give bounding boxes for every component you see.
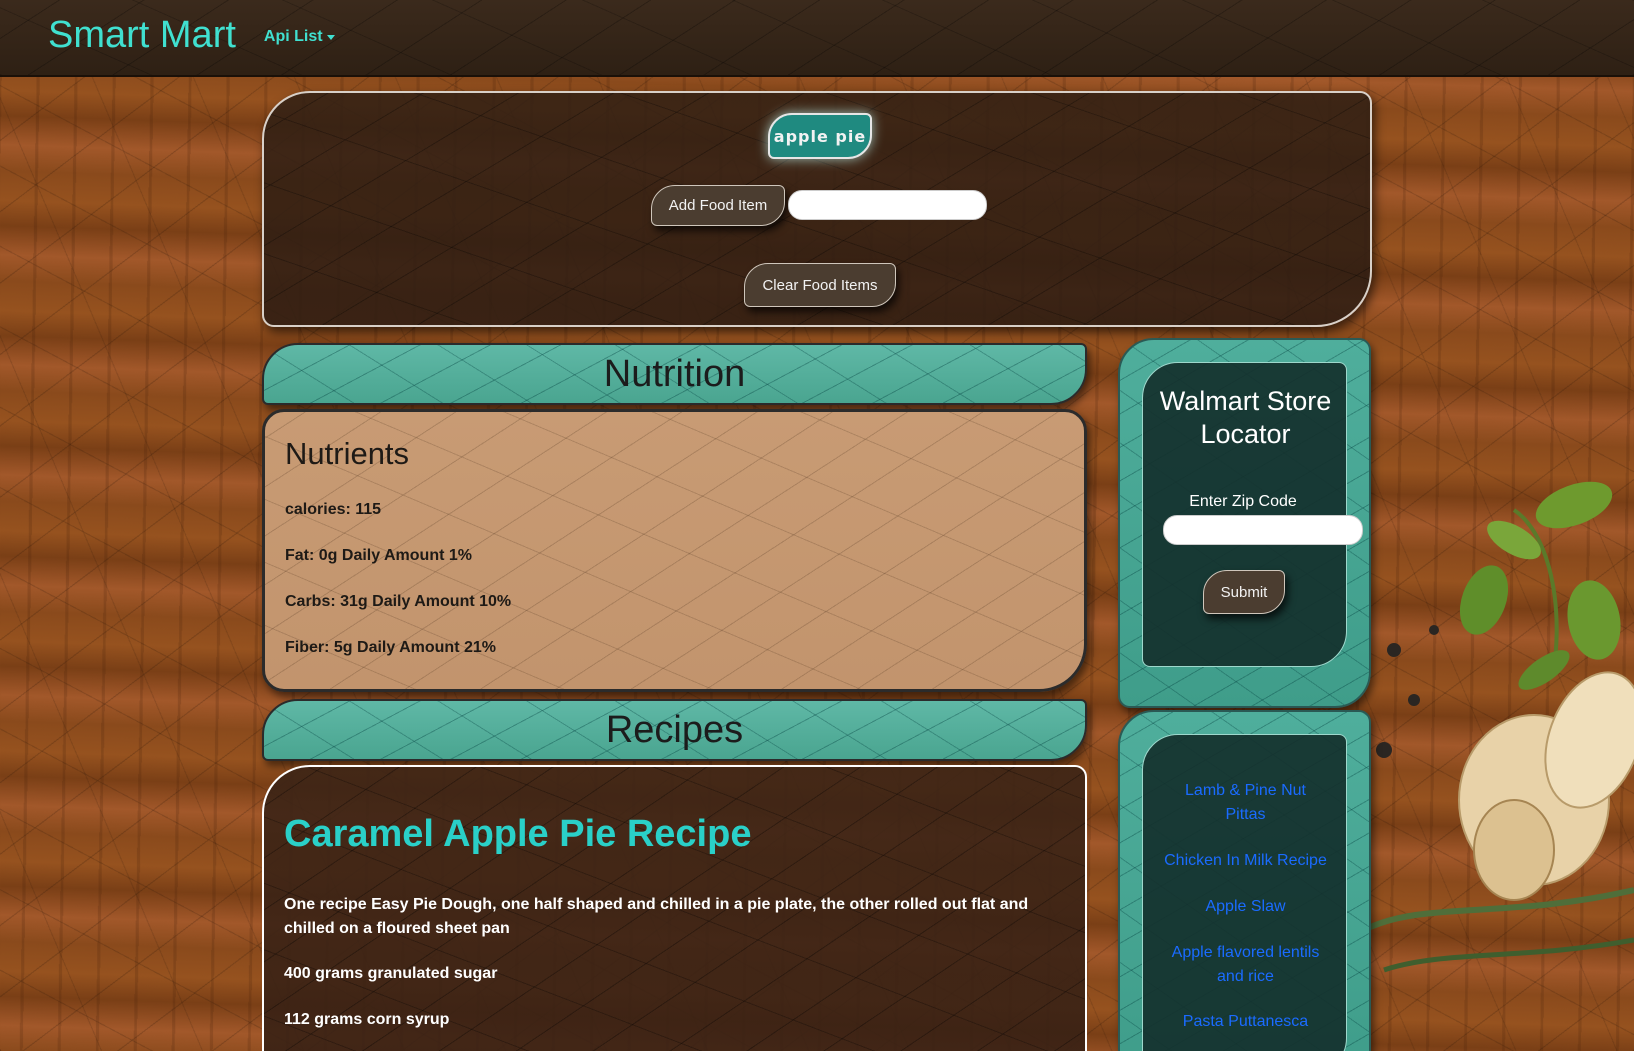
store-locator-panel: Walmart Store Locator Enter Zip Code Sub… <box>1118 338 1371 708</box>
store-locator-inner: Walmart Store Locator Enter Zip Code Sub… <box>1142 362 1363 667</box>
recipe-ingredient: One recipe Easy Pie Dough, one half shap… <box>284 896 1029 937</box>
nutrient-fat: Fat: 0g Daily Amount 1% <box>285 547 472 564</box>
nutrients-card: Nutrients calories: 115 Fat: 0g Daily Am… <box>262 409 1087 692</box>
recipe-card: Caramel Apple Pie Recipe One recipe Easy… <box>262 765 1087 1051</box>
recipe-link[interactable]: Chicken In Milk Recipe <box>1143 849 1348 873</box>
recipe-ingredient: 112 grams corn syrup <box>284 1011 450 1028</box>
submit-button[interactable]: Submit <box>1203 570 1285 614</box>
zip-code-input[interactable] <box>1163 515 1363 545</box>
zip-code-label: Enter Zip Code <box>1189 493 1297 510</box>
food-item-input[interactable] <box>788 190 987 220</box>
recipe-link[interactable]: Pasta Puttanesca <box>1143 1010 1348 1034</box>
caret-down-icon <box>326 34 335 40</box>
nutrient-fiber: Fiber: 5g Daily Amount 21% <box>285 639 496 656</box>
food-search-panel: apple pie Add Food Item Clear Food Items <box>262 91 1372 327</box>
nutrients-heading: Nutrients <box>285 436 410 471</box>
recipe-links-panel: Lamb & Pine Nut Pittas Chicken In Milk R… <box>1118 710 1371 1051</box>
recipes-banner: Recipes <box>262 699 1087 761</box>
recipe-link[interactable]: Lamb & Pine Nut Pittas <box>1143 779 1348 827</box>
nutrient-carbs: Carbs: 31g Daily Amount 10% <box>285 593 512 610</box>
recipe-link[interactable]: Apple flavored lentils and rice <box>1143 941 1348 989</box>
api-list-label: Api List <box>263 28 323 45</box>
recipe-links-inner: Lamb & Pine Nut Pittas Chicken In Milk R… <box>1142 734 1347 1051</box>
clear-food-items-button[interactable]: Clear Food Items <box>744 263 896 307</box>
recipe-link[interactable]: Apple Slaw <box>1143 895 1348 919</box>
top-navbar: Smart Mart Api List <box>0 0 1634 77</box>
brand-logo-link[interactable]: Smart Mart <box>48 14 236 57</box>
store-locator-title: Walmart Store Locator <box>1159 386 1332 449</box>
herb-garlic-decoration <box>1364 481 1634 973</box>
recipe-ingredient: 400 grams granulated sugar <box>284 965 498 982</box>
add-food-item-button[interactable]: Add Food Item <box>651 185 785 226</box>
nutrient-calories: calories: 115 <box>285 501 382 518</box>
food-item-chip[interactable]: apple pie <box>768 113 872 159</box>
recipe-title: Caramel Apple Pie Recipe <box>284 813 752 855</box>
nutrition-banner: Nutrition <box>262 343 1087 405</box>
api-list-dropdown[interactable]: Api List <box>264 28 335 46</box>
